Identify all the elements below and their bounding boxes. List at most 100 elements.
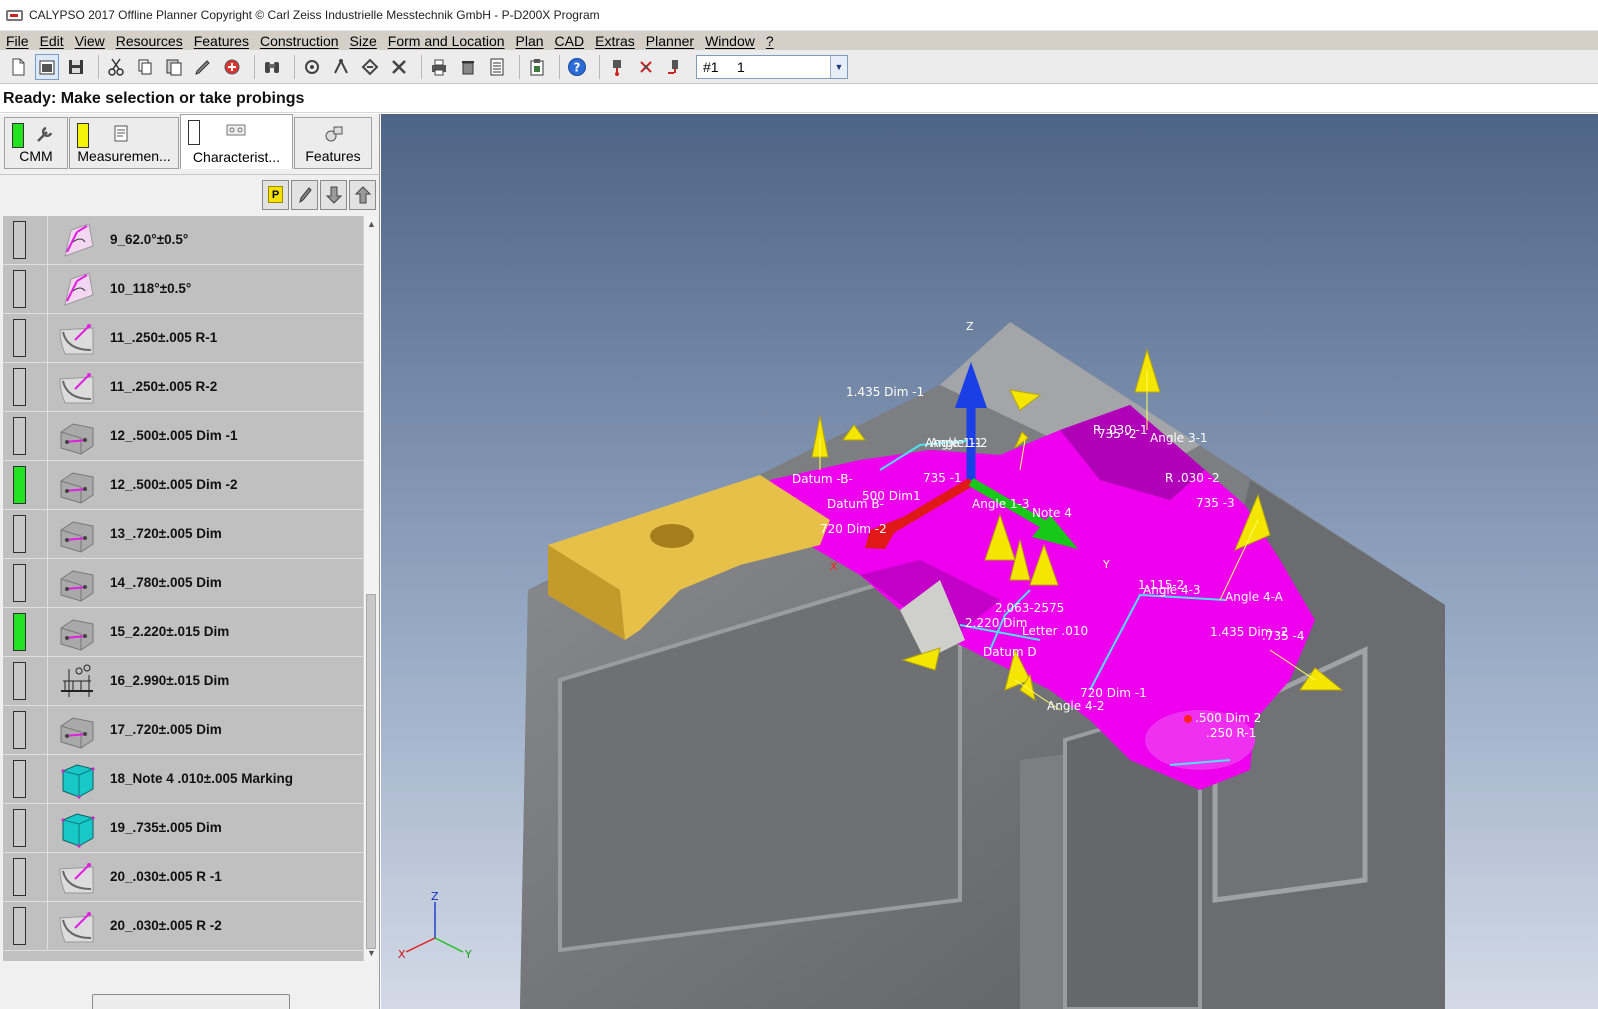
characteristic-row[interactable]: 20_.030±.005 R -1: [3, 853, 363, 902]
menu-view[interactable]: View: [73, 33, 111, 49]
help-icon[interactable]: ?: [565, 54, 589, 80]
menu-resources[interactable]: Resources: [114, 33, 189, 49]
characteristic-row[interactable]: 20_.030±.005 R -2: [3, 902, 363, 951]
characteristic-row[interactable]: 12_.500±.005 Dim -2: [3, 461, 363, 510]
probe-settings-icon[interactable]: [300, 54, 324, 80]
row-status-cell[interactable]: [3, 902, 48, 950]
menu-construction[interactable]: Construction: [258, 33, 345, 49]
characteristic-row[interactable]: 19_.735±.005 Dim: [3, 804, 363, 853]
row-status-cell[interactable]: [3, 461, 48, 509]
menu-file[interactable]: File: [4, 33, 35, 49]
cut-icon[interactable]: [104, 54, 128, 80]
clipboard-icon[interactable]: [525, 54, 549, 80]
status-swatch[interactable]: [13, 221, 26, 259]
row-status-cell[interactable]: [3, 853, 48, 901]
characteristic-row[interactable]: 10_118°±0.5°: [3, 265, 363, 314]
tab-features[interactable]: Features: [294, 117, 372, 169]
status-swatch[interactable]: [13, 760, 26, 798]
edit-pencil-icon[interactable]: [291, 179, 318, 210]
new-file-icon[interactable]: [6, 54, 30, 80]
row-status-cell[interactable]: [3, 412, 48, 460]
scroll-down-arrow-icon[interactable]: ▼: [364, 945, 379, 961]
move-up-icon[interactable]: [349, 179, 376, 210]
menu-edit[interactable]: Edit: [38, 33, 70, 49]
row-status-cell[interactable]: [3, 608, 48, 656]
tools-icon[interactable]: [387, 54, 411, 80]
status-swatch[interactable]: [13, 515, 26, 553]
probe-path-icon[interactable]: [329, 54, 353, 80]
row-status-cell[interactable]: [3, 804, 48, 852]
delete-icon[interactable]: [456, 54, 480, 80]
row-status-cell[interactable]: [3, 657, 48, 705]
row-status-cell[interactable]: [3, 510, 48, 558]
characteristic-row[interactable]: [3, 951, 363, 961]
toolbar-separator: [559, 54, 560, 79]
status-swatch[interactable]: [13, 858, 26, 896]
menu-form-and-location[interactable]: Form and Location: [386, 33, 511, 49]
stylus-icon[interactable]: [634, 54, 658, 80]
status-swatch[interactable]: [13, 662, 26, 700]
undo-icon[interactable]: [220, 54, 244, 80]
chevron-down-icon[interactable]: ▼: [830, 55, 847, 78]
tab-characteristics[interactable]: Characterist...: [180, 114, 293, 169]
status-swatch[interactable]: [13, 466, 26, 504]
cad-3d-view[interactable]: Z X Y 1.435 Dim -1 Angle 1-1 Angle 1-2 R…: [381, 114, 1598, 1009]
characteristic-row[interactable]: 11_.250±.005 R-1: [3, 314, 363, 363]
characteristic-row[interactable]: 13_.720±.005 Dim: [3, 510, 363, 559]
row-status-cell[interactable]: [3, 755, 48, 803]
menu-window[interactable]: Window: [703, 33, 761, 49]
p-button[interactable]: P: [262, 179, 289, 210]
paste-icon[interactable]: [162, 54, 186, 80]
status-swatch[interactable]: [13, 417, 26, 455]
row-status-cell[interactable]: [3, 706, 48, 754]
menu-help[interactable]: ?: [764, 33, 780, 49]
row-status-cell[interactable]: [3, 314, 48, 362]
menu-extras[interactable]: Extras: [593, 33, 641, 49]
scroll-thumb[interactable]: [366, 594, 376, 949]
cad-scene[interactable]: Z X Y 1.435 Dim -1 Angle 1-1 Angle 1-2 R…: [381, 114, 1598, 1009]
probe-selector[interactable]: #1 1 ▼: [696, 54, 848, 79]
status-swatch[interactable]: [13, 368, 26, 406]
clearance-icon[interactable]: [358, 54, 382, 80]
row-status-cell[interactable]: [3, 363, 48, 411]
panel-bottom-button[interactable]: [92, 994, 290, 1009]
save-icon[interactable]: [64, 54, 88, 80]
characteristic-row[interactable]: 14_.780±.005 Dim: [3, 559, 363, 608]
row-status-cell[interactable]: [3, 216, 48, 264]
find-binoculars-icon[interactable]: [260, 54, 284, 80]
probe-change-icon[interactable]: [663, 54, 687, 80]
list-scrollbar[interactable]: ▲ ▼: [363, 216, 378, 961]
scroll-up-arrow-icon[interactable]: ▲: [364, 216, 379, 232]
status-swatch[interactable]: [13, 613, 26, 651]
status-swatch[interactable]: [13, 319, 26, 357]
copy-icon[interactable]: [133, 54, 157, 80]
menu-plan[interactable]: Plan: [514, 33, 550, 49]
characteristic-row[interactable]: 18_Note 4 .010±.005 Marking: [3, 755, 363, 804]
menu-features[interactable]: Features: [192, 33, 255, 49]
open-folder-icon[interactable]: [35, 53, 59, 80]
tab-cmm[interactable]: CMM: [4, 117, 68, 169]
report-icon[interactable]: [485, 54, 509, 80]
edit-tool-icon[interactable]: [191, 54, 215, 80]
probe-head-icon[interactable]: [605, 54, 629, 80]
characteristic-row[interactable]: 9_62.0°±0.5°: [3, 216, 363, 265]
print-icon[interactable]: [427, 54, 451, 80]
row-status-cell[interactable]: [3, 265, 48, 313]
menu-planner[interactable]: Planner: [644, 33, 700, 49]
characteristic-row[interactable]: 17_.720±.005 Dim: [3, 706, 363, 755]
characteristic-row[interactable]: 12_.500±.005 Dim -1: [3, 412, 363, 461]
menu-size[interactable]: Size: [348, 33, 383, 49]
status-swatch[interactable]: [13, 270, 26, 308]
move-down-icon[interactable]: [320, 179, 347, 210]
status-swatch[interactable]: [13, 809, 26, 847]
characteristic-label: 16_2.990±.015 Dim: [110, 673, 230, 688]
tab-measurement[interactable]: Measuremen...: [69, 117, 179, 169]
menu-cad[interactable]: CAD: [553, 33, 591, 49]
status-swatch[interactable]: [13, 711, 26, 749]
row-status-cell[interactable]: [3, 559, 48, 607]
status-swatch[interactable]: [13, 564, 26, 602]
characteristic-row[interactable]: 11_.250±.005 R-2: [3, 363, 363, 412]
characteristic-row[interactable]: 16_2.990±.015 Dim: [3, 657, 363, 706]
characteristic-row[interactable]: 15_2.220±.015 Dim: [3, 608, 363, 657]
status-swatch[interactable]: [13, 907, 26, 945]
